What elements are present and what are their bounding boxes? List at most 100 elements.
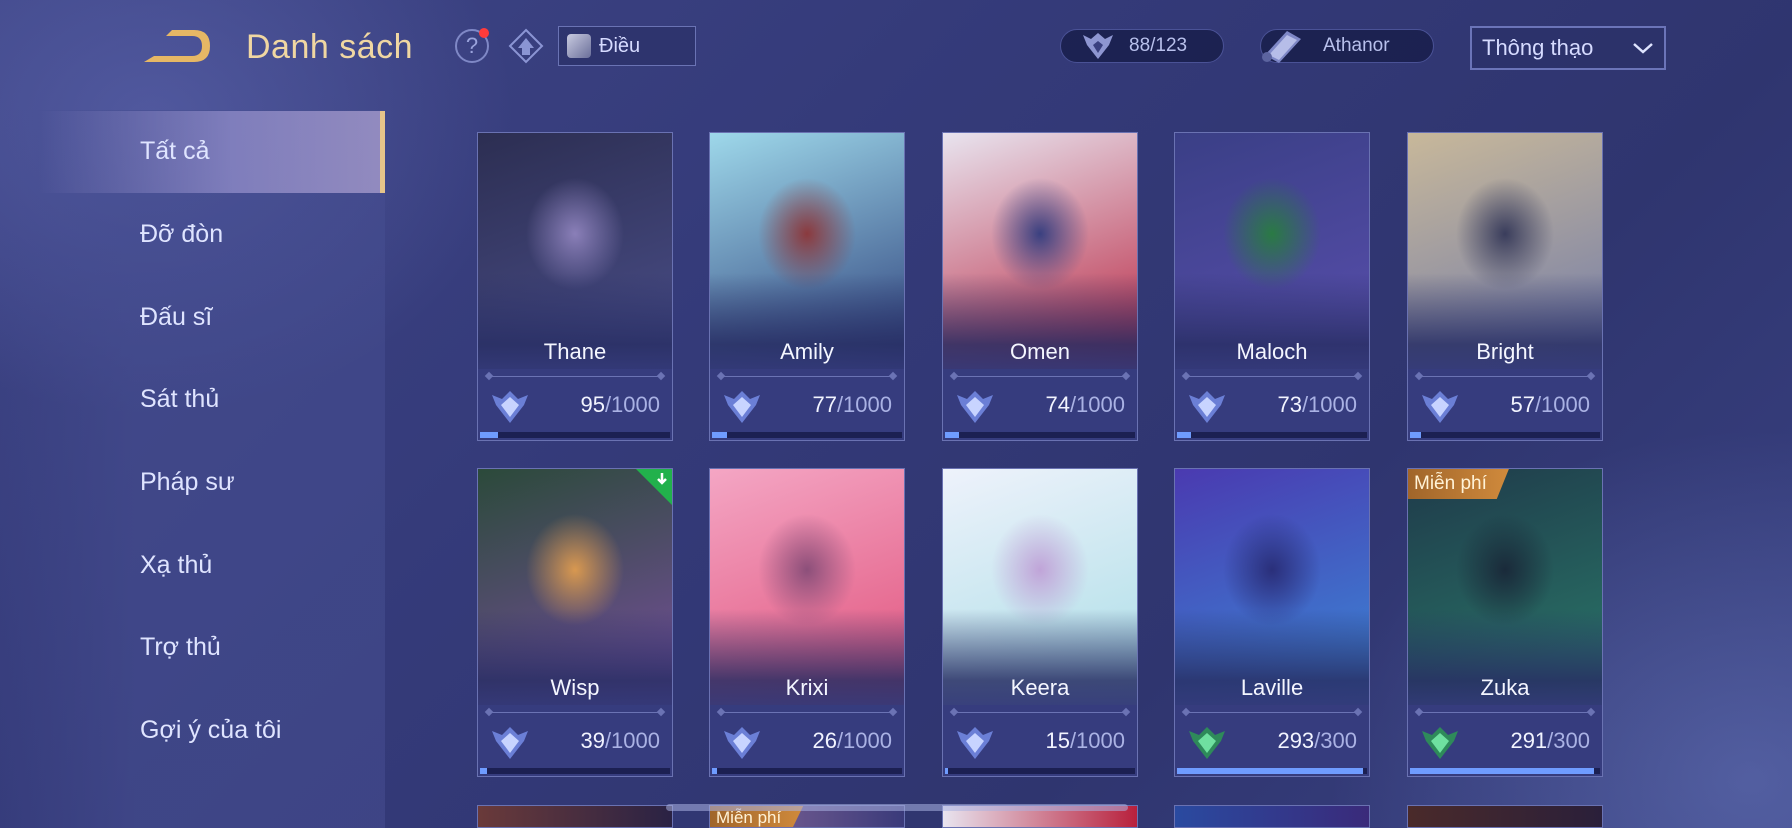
mastery-points: 95/1000 — [580, 392, 660, 417]
sidebar-item-recommended[interactable]: Gợi ý của tôi — [0, 690, 385, 772]
hero-name: Zuka — [1480, 675, 1530, 700]
notification-dot — [479, 28, 489, 38]
mastery-progress-bar — [480, 432, 670, 438]
mastery-progress-bar — [712, 432, 902, 438]
mastery-progress-bar — [480, 768, 670, 774]
mastery-badge-icon — [1422, 727, 1458, 759]
mastery-points: 15/1000 — [1045, 728, 1125, 753]
mastery-badge-icon — [957, 391, 993, 423]
page-title: Danh sách — [246, 28, 414, 66]
heroes-owned-count: 88/123 — [1129, 35, 1188, 56]
divider — [953, 712, 1127, 713]
sidebar-item-all[interactable]: Tất cả — [0, 111, 385, 193]
mastery-badge-icon — [724, 391, 760, 423]
question-icon: ? — [465, 33, 479, 58]
hero-search-input[interactable]: Điều — [558, 26, 696, 66]
rank-filter-icon[interactable] — [508, 28, 544, 64]
hero-name: Keera — [1010, 675, 1070, 700]
mastery-badge-icon — [724, 727, 760, 759]
hero-card[interactable]: Krixi 26/1000 — [709, 468, 905, 777]
mastery-points: 291/300 — [1510, 728, 1590, 753]
mastery-points: 73/1000 — [1277, 392, 1357, 417]
hero-card[interactable]: Omen 74/1000 — [942, 132, 1138, 441]
sidebar-item-label: Xạ thủ — [140, 551, 213, 579]
sort-selected-value: Thông thạo — [1482, 35, 1594, 60]
sidebar-item-marksman[interactable]: Xạ thủ — [0, 525, 385, 607]
mastery-progress-bar — [1410, 432, 1600, 438]
sidebar-item-label: Pháp sư — [140, 468, 235, 496]
sidebar-item-mage[interactable]: Pháp sư — [0, 442, 385, 524]
mastery-points: 293/300 — [1277, 728, 1357, 753]
hero-card[interactable]: Thane 95/1000 — [477, 132, 673, 441]
mastery-badge-icon — [1422, 391, 1458, 423]
hero-card[interactable]: Maloch 73/1000 — [1174, 132, 1370, 441]
divider — [720, 376, 894, 377]
sidebar-item-label: Đấu sĩ — [140, 303, 213, 331]
mastery-badge-icon — [492, 391, 528, 423]
hero-name: Wisp — [550, 675, 600, 700]
sidebar-item-assassin[interactable]: Sát thủ — [0, 359, 385, 441]
divider — [720, 712, 894, 713]
hero-avatar-icon — [567, 34, 591, 58]
mastery-badge-icon — [492, 727, 528, 759]
mastery-progress-bar — [945, 768, 1135, 774]
hero-card[interactable]: Wisp 39/1000 — [477, 468, 673, 777]
sidebar-item-label: Đỡ đòn — [140, 220, 224, 248]
back-arrow-icon — [144, 30, 210, 62]
divider — [488, 712, 662, 713]
hero-card-partial[interactable] — [477, 805, 673, 828]
mastery-points: 57/1000 — [1510, 392, 1590, 417]
hero-name: Omen — [1010, 339, 1070, 364]
arcana-label: Athanor — [1323, 35, 1390, 56]
sidebar-item-fighter[interactable]: Đấu sĩ — [0, 277, 385, 359]
role-sidebar: Tất cả Đỡ đòn Đấu sĩ Sát thủ Pháp sư Xạ … — [0, 110, 385, 828]
hero-crest-icon — [1083, 33, 1113, 59]
hero-card[interactable]: Keera 15/1000 — [942, 468, 1138, 777]
divider — [1185, 712, 1359, 713]
hero-name: Amily — [780, 339, 834, 364]
download-icon — [636, 469, 672, 505]
hero-name: Krixi — [785, 675, 829, 700]
divider — [1418, 376, 1592, 377]
help-button[interactable]: ? — [455, 28, 489, 63]
hero-card[interactable]: Amily 77/1000 — [709, 132, 905, 441]
scroll-indicator[interactable] — [666, 804, 1128, 811]
mastery-progress-bar — [1410, 768, 1600, 774]
sidebar-item-label: Tất cả — [140, 137, 210, 165]
chevron-down-icon — [1633, 43, 1653, 54]
sidebar-item-label: Gợi ý của tôi — [140, 716, 282, 744]
sidebar-item-label: Trợ thủ — [140, 633, 221, 661]
sort-dropdown[interactable]: Thông thạo — [1470, 26, 1666, 70]
divider — [1185, 376, 1359, 377]
mastery-points: 26/1000 — [812, 728, 892, 753]
divider — [953, 376, 1127, 377]
mastery-points: 77/1000 — [812, 392, 892, 417]
heroes-owned-counter: 88/123 — [1060, 29, 1224, 63]
scroll-icon — [1262, 31, 1301, 63]
hero-card[interactable]: Zuka 291/300 Miễn phí — [1407, 468, 1603, 777]
search-value: Điều — [599, 34, 641, 57]
mastery-points: 39/1000 — [580, 728, 660, 753]
hero-card-partial[interactable] — [1407, 805, 1603, 828]
hero-card[interactable]: Bright 57/1000 — [1407, 132, 1603, 441]
back-button[interactable] — [140, 26, 216, 68]
sidebar-item-tank[interactable]: Đỡ đòn — [0, 194, 385, 276]
sidebar-item-support[interactable]: Trợ thủ — [0, 607, 385, 689]
divider — [488, 376, 662, 377]
free-badge: Miễn phí — [1408, 469, 1509, 499]
mastery-progress-bar — [945, 432, 1135, 438]
mastery-points: 74/1000 — [1045, 392, 1125, 417]
hero-name: Maloch — [1236, 339, 1308, 364]
mastery-badge-icon — [1189, 391, 1225, 423]
hero-card-partial[interactable] — [1174, 805, 1370, 828]
sidebar-item-label: Sát thủ — [140, 385, 220, 413]
hero-name: Laville — [1240, 675, 1304, 700]
divider — [1418, 712, 1592, 713]
mastery-badge-icon — [957, 727, 993, 759]
mastery-progress-bar — [1177, 432, 1367, 438]
hero-name: Bright — [1476, 339, 1534, 364]
mastery-badge-icon — [1189, 727, 1225, 759]
arcana-button[interactable]: Athanor — [1260, 29, 1434, 63]
hero-card[interactable]: Laville 293/300 — [1174, 468, 1370, 777]
hero-name: Thane — [543, 339, 607, 364]
